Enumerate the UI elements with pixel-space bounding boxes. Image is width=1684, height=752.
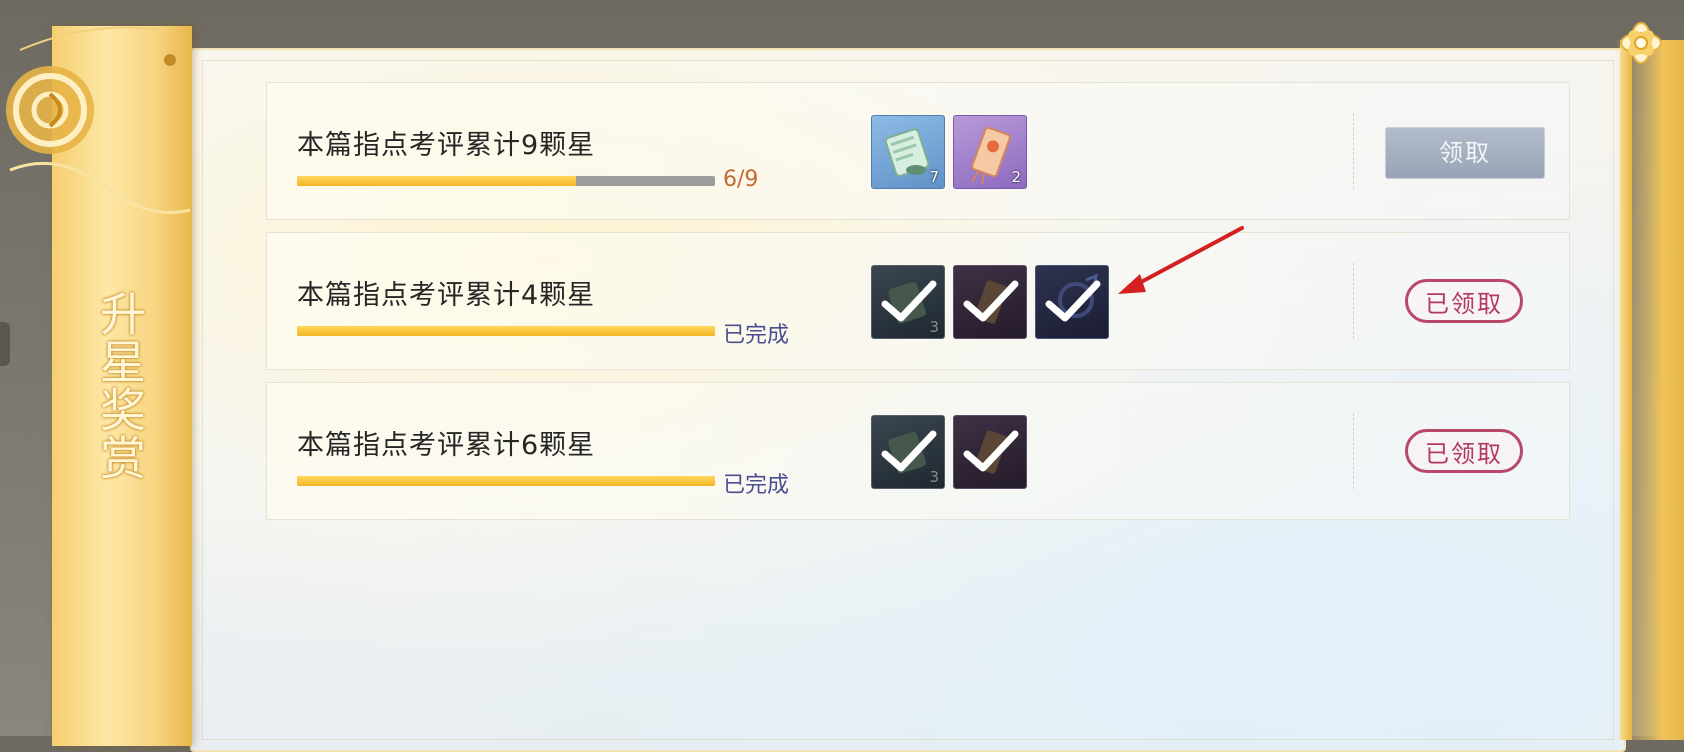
progress-status: 已完成: [723, 323, 790, 348]
item-quantity: 2: [1011, 168, 1021, 186]
banner-title: 升星奖赏: [93, 290, 147, 482]
right-frame-decoration: [1620, 40, 1632, 740]
progress-bar-fill: [297, 476, 715, 486]
reward-item[interactable]: 7: [871, 115, 945, 189]
reward-items: 7 2: [871, 115, 1027, 189]
progress-bar: [297, 476, 715, 486]
reward-row-title: 本篇指点考评累计9颗星: [297, 130, 596, 161]
checkmark-icon: [963, 280, 1019, 322]
reward-items: 3: [871, 415, 1027, 489]
reward-item[interactable]: [1035, 265, 1109, 339]
reward-row-title: 本篇指点考评累计4颗星: [297, 280, 596, 311]
reward-item[interactable]: 3: [871, 265, 945, 339]
item-quantity: 7: [929, 168, 939, 186]
row-divider: [1353, 113, 1354, 189]
checkmark-icon: [1045, 280, 1101, 322]
reward-item[interactable]: [953, 415, 1027, 489]
claimed-stamp: 已领取: [1405, 429, 1523, 473]
checkmark-icon: [963, 430, 1019, 472]
progress-status: 已完成: [723, 473, 790, 498]
flower-ornament-icon: [1620, 22, 1662, 64]
claim-button[interactable]: 领取: [1385, 127, 1545, 179]
annotation-arrow-icon: [1118, 226, 1244, 294]
progress-bar: [297, 176, 715, 186]
swirl-ornament-icon: [6, 26, 191, 214]
reward-row-title: 本篇指点考评累计6颗星: [297, 430, 596, 461]
row-divider: [1353, 413, 1354, 489]
reward-item[interactable]: 3: [871, 415, 945, 489]
progress-count: 6/9: [723, 167, 759, 192]
reward-row: 本篇指点考评累计9颗星 6/9 7 2 领取: [266, 82, 1570, 220]
reward-row: 本篇指点考评累计4颗星 已完成 3 已领取: [266, 232, 1570, 370]
row-divider: [1353, 263, 1354, 339]
reward-item[interactable]: [953, 265, 1027, 339]
left-edge-handle: [0, 322, 10, 366]
reward-row: 本篇指点考评累计6颗星 已完成 3 已领取: [266, 382, 1570, 520]
reward-item[interactable]: 2: [953, 115, 1027, 189]
progress-bar: [297, 326, 715, 336]
progress-bar-fill: [297, 176, 576, 186]
claimed-stamp: 已领取: [1405, 279, 1523, 323]
item-quantity: 3: [929, 468, 939, 486]
reward-items: 3: [871, 265, 1109, 339]
progress-bar-fill: [297, 326, 715, 336]
item-quantity: 3: [929, 318, 939, 336]
